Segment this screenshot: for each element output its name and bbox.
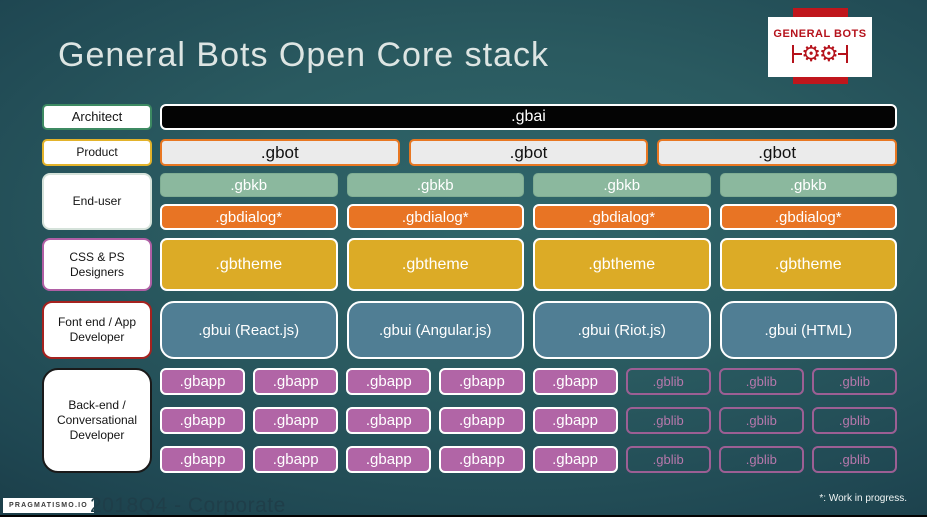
gbdialog-box: .gbdialog* <box>160 204 338 230</box>
stack-diagram: Architect .gbai Product .gbot .gbot .gbo… <box>42 104 898 473</box>
gbai-box: .gbai <box>160 104 897 130</box>
general-bots-logo: GENERAL BOTS ⚙ ⚙ <box>768 17 872 77</box>
row-label-product: Product <box>42 139 152 166</box>
gbkb-box: .gbkb <box>160 173 338 197</box>
gblib-box: .gblib <box>811 368 897 395</box>
gbot-box: .gbot <box>657 139 898 166</box>
slide: General Bots Open Core stack GENERAL BOT… <box>0 0 927 517</box>
gbapp-box: .gbapp <box>253 446 339 473</box>
backend-row-3: .gbapp .gbapp .gbapp .gbapp .gbapp .gbli… <box>160 446 897 473</box>
gbapp-box: .gbapp <box>532 446 618 473</box>
gblib-box: .gblib <box>718 446 804 473</box>
gbui-box: .gbui (Angular.js) <box>346 301 524 359</box>
gbapp-box: .gbapp <box>532 407 618 434</box>
gbot-box: .gbot <box>160 139 400 166</box>
page-title: General Bots Open Core stack <box>58 36 550 74</box>
row-frontend: Font end / App Developer .gbui (React.js… <box>42 301 897 359</box>
gbui-box: .gbui (Riot.js) <box>533 301 711 359</box>
footer-version-text: 2018Q4 - Corporate <box>90 494 286 517</box>
gbui-box: .gbui (React.js) <box>160 301 338 359</box>
gblib-box: .gblib <box>625 446 711 473</box>
gbtheme-box: .gbtheme <box>719 238 897 291</box>
gbkb-row: .gbkb .gbkb .gbkb .gbkb <box>160 173 897 197</box>
row-label-frontend: Font end / App Developer <box>42 301 152 359</box>
pragmatismo-logo: PRAGMATISMO.IO <box>3 498 94 513</box>
gblib-box: .gblib <box>811 407 897 434</box>
row-label-end-user: End-user <box>42 173 152 230</box>
gbapp-box: .gbapp <box>346 407 432 434</box>
gbdialog-box: .gbdialog* <box>346 204 524 230</box>
gblib-box: .gblib <box>625 407 711 434</box>
row-label-backend: Back-end / Conversational Developer <box>42 368 152 473</box>
row-label-architect: Architect <box>42 104 152 130</box>
gbapp-box: .gbapp <box>346 368 432 395</box>
gbot-box: .gbot <box>408 139 649 166</box>
backend-row-2: .gbapp .gbapp .gbapp .gbapp .gbapp .gbli… <box>160 407 897 434</box>
gbapp-box: .gbapp <box>439 407 525 434</box>
gbtheme-box: .gbtheme <box>160 238 338 291</box>
row-label-designers: CSS & PS Designers <box>42 238 152 291</box>
gbapp-box: .gbapp <box>160 446 246 473</box>
gbapp-box: .gbapp <box>160 407 246 434</box>
row-backend: Back-end / Conversational Developer .gba… <box>42 368 897 473</box>
gbkb-box: .gbkb <box>346 173 524 197</box>
gblib-box: .gblib <box>625 368 711 395</box>
logo-right-bar <box>845 44 848 63</box>
gblib-box: .gblib <box>811 446 897 473</box>
gbapp-box: .gbapp <box>346 446 432 473</box>
gbui-box: .gbui (HTML) <box>719 301 897 359</box>
gbapp-box: .gbapp <box>160 368 246 395</box>
gbapp-box: .gbapp <box>253 368 339 395</box>
gbdialog-box: .gbdialog* <box>719 204 897 230</box>
logo-title: GENERAL BOTS <box>773 27 867 40</box>
backend-row-1: .gbapp .gbapp .gbapp .gbapp .gbapp .gbli… <box>160 368 897 395</box>
gbapp-box: .gbapp <box>439 446 525 473</box>
logo-right-line <box>837 52 846 55</box>
row-product: Product .gbot .gbot .gbot <box>42 139 898 166</box>
gblib-box: .gblib <box>718 407 804 434</box>
gbapp-box: .gbapp <box>439 368 525 395</box>
row-designers: CSS & PS Designers .gbtheme .gbtheme .gb… <box>42 238 897 291</box>
gbtheme-box: .gbtheme <box>346 238 524 291</box>
logo-gears-icon: ⚙ ⚙ <box>792 40 848 67</box>
gbdialog-row: .gbdialog* .gbdialog* .gbdialog* .gbdial… <box>160 204 897 230</box>
gbtheme-box: .gbtheme <box>533 238 711 291</box>
work-in-progress-note: *: Work in progress. <box>819 493 907 504</box>
row-end-user: End-user .gbkb .gbkb .gbkb .gbkb .gbdial… <box>42 173 897 230</box>
gbdialog-box: .gbdialog* <box>533 204 711 230</box>
gbkb-box: .gbkb <box>719 173 897 197</box>
row-architect: Architect .gbai <box>42 104 897 130</box>
gbkb-box: .gbkb <box>533 173 711 197</box>
gblib-box: .gblib <box>718 368 804 395</box>
gear-icon: ⚙ <box>819 40 839 66</box>
gbapp-box: .gbapp <box>532 368 618 395</box>
gbapp-box: .gbapp <box>253 407 339 434</box>
